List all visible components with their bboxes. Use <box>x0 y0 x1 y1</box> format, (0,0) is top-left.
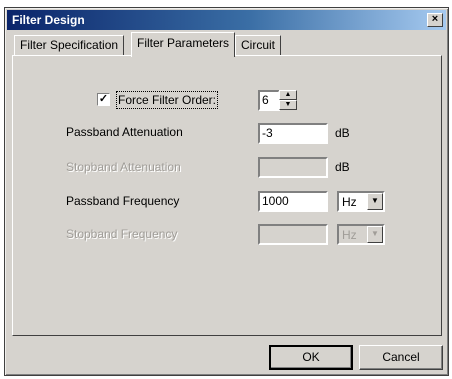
spin-down-icon[interactable]: ▼ <box>279 100 297 110</box>
stopband-frequency-input <box>258 224 328 245</box>
force-filter-order-label[interactable]: Force Filter Order: <box>115 91 219 109</box>
tab-filter-specification[interactable]: Filter Specification <box>14 35 125 55</box>
filter-order-spinner[interactable]: ▲ ▼ <box>279 90 297 111</box>
passband-attenuation-label: Passband Attenuation <box>66 125 183 139</box>
filter-order-input[interactable]: 6 <box>258 90 280 111</box>
dropdown-arrow-icon[interactable]: ▼ <box>367 193 383 210</box>
cancel-button[interactable]: Cancel <box>359 345 443 370</box>
stopband-attenuation-unit: dB <box>335 160 350 174</box>
passband-frequency-label: Passband Frequency <box>66 194 180 208</box>
stopband-frequency-label: Stopband Frequency <box>66 227 178 241</box>
tab-circuit[interactable]: Circuit <box>235 35 282 55</box>
stopband-attenuation-label: Stopband Attenuation <box>66 160 181 174</box>
passband-frequency-unit-value: Hz <box>342 195 357 209</box>
title-bar[interactable]: Filter Design × <box>7 10 446 30</box>
passband-frequency-input[interactable]: 1000 <box>258 191 328 212</box>
passband-attenuation-input[interactable]: -3 <box>258 123 328 144</box>
dropdown-arrow-icon: ▼ <box>367 226 383 243</box>
close-button[interactable]: × <box>427 13 443 27</box>
passband-frequency-unit-select[interactable]: Hz ▼ <box>337 191 385 212</box>
stopband-attenuation-input <box>258 157 328 178</box>
window-title: Filter Design <box>12 13 85 27</box>
tab-filter-parameters[interactable]: Filter Parameters <box>131 32 236 57</box>
spin-up-icon[interactable]: ▲ <box>279 90 297 100</box>
stopband-frequency-unit-select: Hz ▼ <box>337 224 385 245</box>
ok-button[interactable]: OK <box>269 345 353 370</box>
stopband-frequency-unit-value: Hz <box>342 228 357 242</box>
passband-attenuation-unit: dB <box>335 126 350 140</box>
force-filter-order-checkbox[interactable]: ✓ <box>97 93 110 106</box>
